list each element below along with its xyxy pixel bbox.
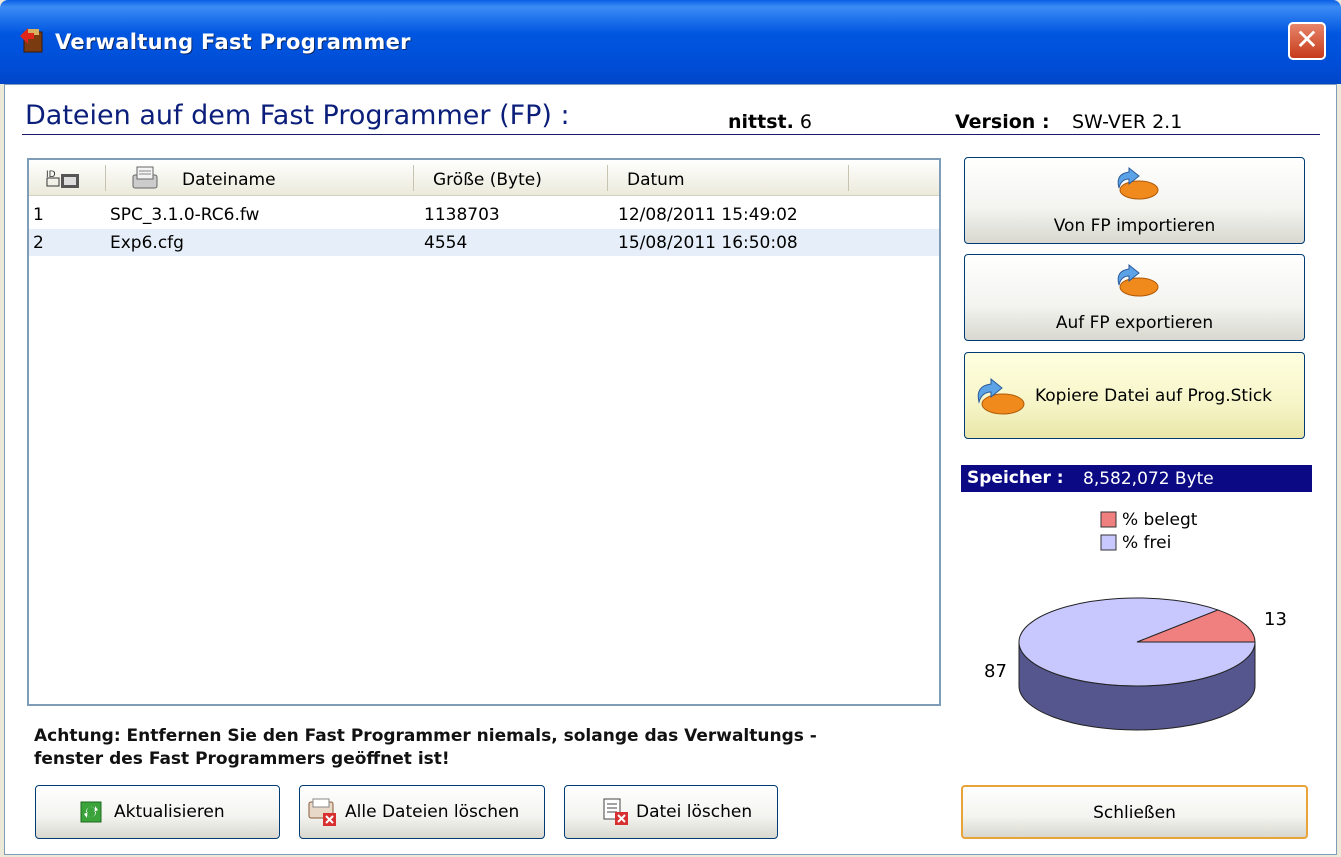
legend-label: % frei	[1122, 533, 1171, 553]
version-label: Version :	[955, 111, 1050, 133]
app-icon	[20, 28, 43, 53]
header-separator	[607, 165, 608, 191]
table-row[interactable]: 2 Exp6.cfg 4554 15/08/2011 16:50:08	[29, 229, 939, 256]
delete-all-button[interactable]: Alle Dateien löschen	[299, 785, 545, 839]
close-icon: ✕	[1295, 23, 1319, 56]
legend-swatch	[1100, 511, 1117, 528]
column-dateiname[interactable]: Dateiname	[182, 170, 276, 190]
delete-file-label: Datei löschen	[636, 802, 753, 822]
close-button[interactable]: Schließen	[961, 785, 1308, 839]
header-separator	[848, 165, 849, 191]
row-date: 12/08/2011 15:49:02	[618, 205, 798, 225]
close-label: Schließen	[1093, 803, 1176, 823]
close-window-button[interactable]: ✕	[1288, 22, 1326, 60]
memory-label: Speicher :	[967, 468, 1064, 488]
delete-all-label: Alle Dateien löschen	[345, 802, 520, 822]
memory-value: 8,582,072 Byte	[1083, 469, 1214, 489]
file-column-icon[interactable]	[130, 165, 160, 191]
column-datum[interactable]: Datum	[627, 170, 685, 190]
header-separator	[105, 165, 106, 191]
delete-file-button[interactable]: Datei löschen	[564, 785, 778, 839]
row-id: 2	[33, 233, 44, 253]
copy-to-stick-button[interactable]: Kopiere Datei auf Prog.Stick	[964, 352, 1305, 439]
delete-all-icon	[308, 798, 336, 826]
delete-file-icon	[603, 798, 628, 825]
port-info: nittst. 6	[728, 111, 812, 133]
pie-data-label: 87	[984, 661, 1007, 682]
warning-line-1: Achtung: Entfernen Sie den Fast Programm…	[34, 726, 817, 746]
copy-stick-label: Kopiere Datei auf Prog.Stick	[1034, 386, 1273, 406]
export-button[interactable]: Auf FP exportieren	[964, 254, 1305, 341]
row-filename: Exp6.cfg	[110, 233, 184, 253]
row-date: 15/08/2011 16:50:08	[618, 233, 798, 253]
table-row[interactable]: 1 SPC_3.1.0-RC6.fw 1138703 12/08/2011 15…	[29, 201, 939, 228]
divider	[22, 134, 1320, 135]
refresh-icon	[80, 801, 102, 823]
warning-line-2: fenster des Fast Programmers geöffnet is…	[34, 749, 450, 769]
row-size: 4554	[424, 233, 468, 253]
refresh-button[interactable]: Aktualisieren	[35, 785, 280, 839]
import-button[interactable]: Von FP importieren	[964, 157, 1305, 244]
legend-label: % belegt	[1122, 510, 1198, 530]
export-label: Auf FP exportieren	[1055, 313, 1214, 333]
import-label: Von FP importieren	[1053, 216, 1216, 236]
id-column-icon[interactable]: ID	[45, 168, 83, 190]
pie-data-label: 13	[1264, 609, 1287, 630]
export-icon	[1117, 263, 1159, 297]
row-filename: SPC_3.1.0-RC6.fw	[110, 205, 260, 225]
column-groesse[interactable]: Größe (Byte)	[433, 170, 542, 190]
port-label: nittst.	[728, 111, 794, 133]
import-icon	[1117, 166, 1159, 200]
page-title: Dateien auf dem Fast Programmer (FP) :	[25, 100, 570, 131]
memory-pie-chart: % belegt % frei 13 87	[984, 510, 1287, 731]
legend-swatch	[1100, 534, 1117, 551]
warning-text: Achtung: Entfernen Sie den Fast Programm…	[34, 725, 934, 771]
version-value: SW-VER 2.1	[1072, 111, 1183, 133]
header-separator	[413, 165, 414, 191]
port-value: 6	[799, 111, 812, 133]
refresh-label: Aktualisieren	[114, 802, 225, 822]
row-id: 1	[33, 205, 44, 225]
window-title: Verwaltung Fast Programmer	[55, 30, 411, 54]
row-size: 1138703	[424, 205, 500, 225]
